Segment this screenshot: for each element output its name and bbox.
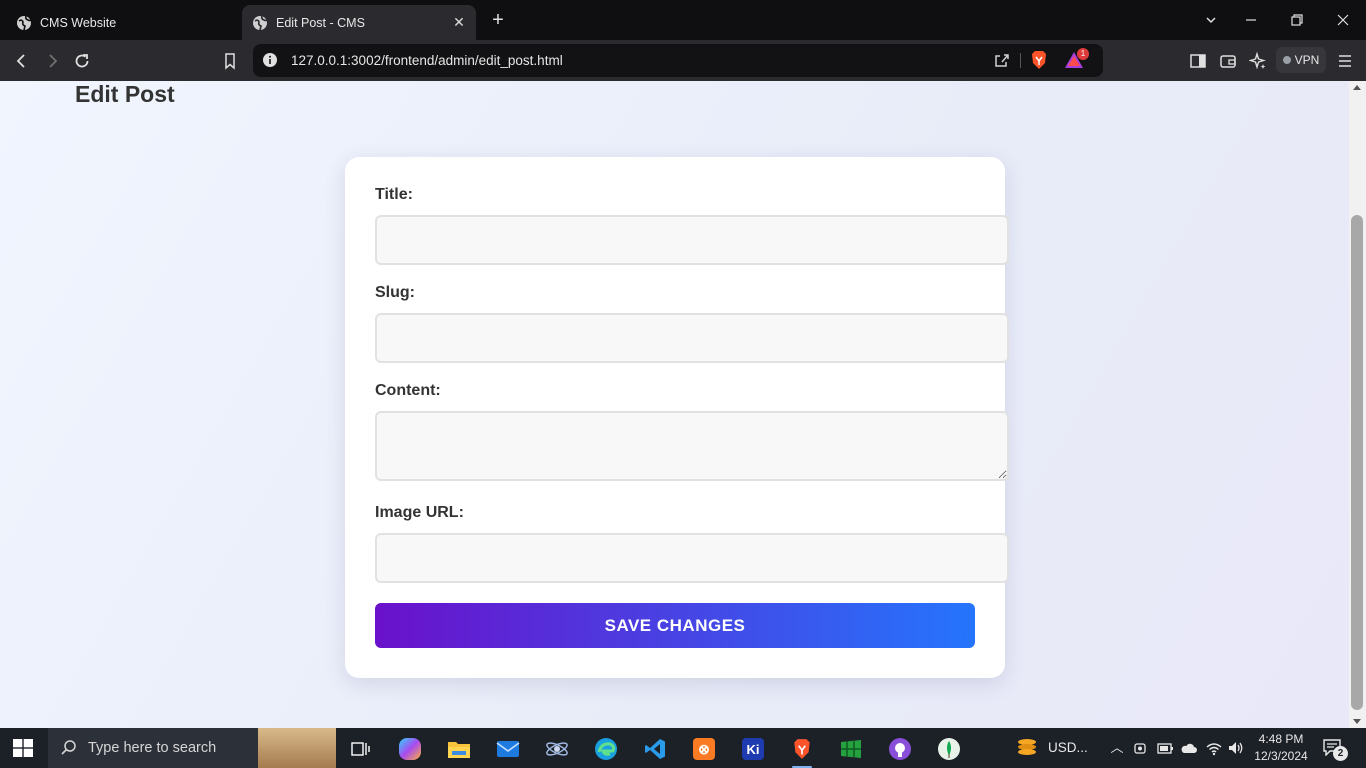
onedrive-cloud-icon[interactable] [1180,739,1198,757]
back-icon[interactable] [9,48,35,74]
copilot-icon[interactable] [392,734,428,764]
tab-search-chevron-icon[interactable] [1196,6,1226,34]
globe-icon [17,15,32,30]
github-desktop-icon[interactable] [882,734,918,764]
menu-icon[interactable] [1332,48,1358,74]
task-view-icon[interactable] [342,734,378,764]
content-label: Content: [375,382,441,399]
address-bar[interactable]: 127.0.0.1:3002/frontend/admin/edit_post.… [253,44,1103,77]
title-input[interactable] [375,215,1009,265]
globe-icon [253,15,268,30]
tab-strip: CMS Website Edit Post - CMS ✕ + [0,0,1366,40]
rewards-badge: 1 [1077,48,1089,60]
tab-edit-post[interactable]: Edit Post - CMS ✕ [242,5,476,40]
search-placeholder: Type here to search [88,740,217,756]
vpn-label: VPN [1294,53,1320,67]
save-changes-button[interactable]: SAVE CHANGES [375,603,975,648]
share-icon[interactable] [993,51,1011,69]
edit-post-form: Title: Slug: Content: Image URL: SAVE CH… [345,157,1009,678]
wallet-icon[interactable] [1215,48,1241,74]
scroll-down-icon[interactable] [1353,719,1361,724]
meet-now-icon[interactable] [1132,739,1150,757]
notification-center-icon[interactable]: 2 [1322,738,1348,761]
scrollbar-thumb[interactable] [1351,215,1363,710]
file-explorer-icon[interactable] [441,734,477,764]
close-window-icon[interactable] [1328,6,1358,34]
vpn-status-icon [1282,56,1291,64]
reload-icon[interactable] [69,48,95,74]
tab-title: CMS Website [40,15,117,30]
url-text: 127.0.0.1:3002/frontend/admin/edit_post.… [291,53,563,68]
mail-icon[interactable] [490,734,526,764]
tab-cms-website[interactable]: CMS Website [6,5,236,40]
leo-ai-icon[interactable] [1245,48,1271,74]
satellite-app-icon[interactable] [539,734,575,764]
taskbar-search-box[interactable]: Type here to search [48,728,336,768]
slug-label: Slug: [375,284,415,301]
page-scrollbar[interactable] [1349,81,1366,728]
show-hidden-icons-chevron[interactable]: ︿ [1108,739,1126,757]
tab-title: Edit Post - CMS [276,15,365,30]
new-tab-icon[interactable]: + [486,9,510,33]
volume-icon[interactable] [1227,739,1245,757]
restore-icon[interactable] [1282,6,1312,34]
site-info-icon[interactable] [262,52,278,68]
battery-icon[interactable] [1156,739,1174,757]
wifi-icon[interactable] [1205,739,1223,757]
browser-toolbar: 127.0.0.1:3002/frontend/admin/edit_post.… [0,40,1366,81]
edge-browser-icon[interactable] [588,734,624,764]
windows-start-icon[interactable] [13,739,33,757]
search-highlight-image [258,728,336,768]
bookmark-icon[interactable] [217,48,243,74]
content-textarea[interactable] [375,411,1009,481]
brave-shields-icon[interactable] [1030,50,1048,70]
scroll-up-icon[interactable] [1353,85,1361,90]
stocks-widget-text[interactable]: USD... [1048,740,1088,755]
image-url-input[interactable] [375,533,1009,583]
vpn-button[interactable]: VPN [1276,47,1326,73]
page-viewport: Edit Post Title: Slug: Content: Image UR… [0,81,1349,728]
xampp-icon[interactable]: ⊗ [686,734,722,764]
clock-time[interactable]: 4:48 PM [1250,732,1312,746]
kiro-app-icon[interactable]: Ki [735,734,771,764]
search-icon [61,740,76,755]
vscode-icon[interactable] [637,734,673,764]
close-tab-icon[interactable]: ✕ [448,12,470,34]
forward-icon[interactable] [39,48,65,74]
image-url-label: Image URL: [375,504,464,521]
sidebar-toggle-icon[interactable] [1185,48,1211,74]
divider [1020,53,1021,68]
spreadsheet-app-icon[interactable] [833,734,869,764]
stocks-widget-icon[interactable] [1014,736,1040,760]
slug-input[interactable] [375,313,1009,363]
windows-taskbar: Type here to search ⊗ Ki USD... ︿ 4:48 P… [0,728,1366,768]
brave-rewards-icon[interactable]: 1 [1063,48,1089,70]
page-title: Edit Post [75,81,175,107]
minimize-icon[interactable] [1236,6,1266,34]
mongodb-compass-icon[interactable] [931,734,967,764]
notification-count-badge: 2 [1333,746,1348,761]
brave-browser-icon[interactable] [784,734,820,768]
clock-date[interactable]: 12/3/2024 [1250,749,1312,763]
title-label: Title: [375,186,413,203]
